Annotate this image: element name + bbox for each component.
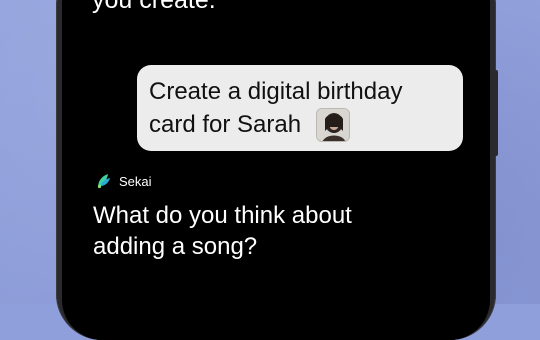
- user-message-line2-row: card for Sarah: [149, 108, 451, 142]
- attached-photo-thumbnail[interactable]: [316, 108, 351, 142]
- previous-message-text: you create.: [92, 0, 216, 14]
- phone-screen: you create. Create a digital birthday ca…: [62, 0, 490, 340]
- user-message-line2: card for Sarah: [149, 111, 302, 138]
- photo-image: [317, 109, 350, 141]
- side-button: [494, 70, 498, 156]
- assistant-message-line2: adding a song?: [93, 233, 258, 260]
- assistant-header: Sekai: [95, 170, 152, 192]
- assistant-name: Sekai: [119, 173, 152, 189]
- assistant-message: What do you think about adding a song?: [93, 200, 352, 262]
- user-message-bubble: Create a digital birthday card for Sarah: [137, 65, 463, 151]
- assistant-message-line1: What do you think about: [93, 202, 352, 229]
- sekai-logo-icon: [95, 172, 113, 190]
- user-message-line1: Create a digital birthday: [149, 78, 403, 105]
